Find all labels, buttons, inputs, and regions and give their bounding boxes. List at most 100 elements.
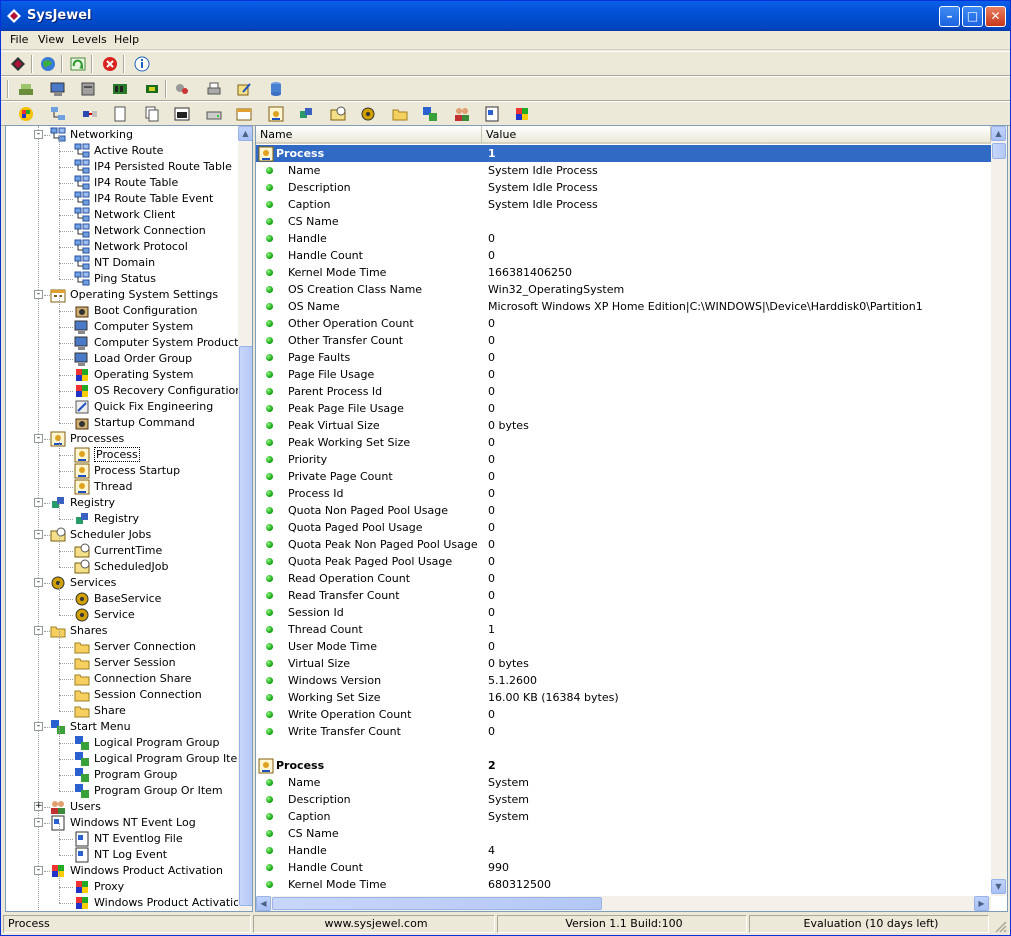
tree-item[interactable]: BaseService xyxy=(74,591,161,607)
tree-item[interactable]: Network Connection xyxy=(74,223,206,239)
tree-category[interactable]: Users xyxy=(50,799,101,815)
services-icon[interactable] xyxy=(359,105,377,123)
close-button[interactable]: ✕ xyxy=(985,6,1006,27)
list-scroll-up-button[interactable]: ▲ xyxy=(991,126,1006,141)
tree-item[interactable]: Windows Product Activation xyxy=(74,895,247,911)
tree-item[interactable]: Startup Command xyxy=(74,415,195,431)
tree-expander[interactable]: - xyxy=(34,530,43,539)
tree-expander[interactable]: + xyxy=(34,802,43,811)
property-row[interactable]: Handle Count 990 xyxy=(256,859,991,876)
tree-item[interactable]: Load Order Group xyxy=(74,351,192,367)
info-icon[interactable] xyxy=(133,55,151,73)
tree-item[interactable]: Ping Status xyxy=(74,271,156,287)
maximize-button[interactable]: □ xyxy=(962,6,983,27)
menu-view[interactable]: View xyxy=(38,33,64,46)
property-row[interactable]: Parent Process Id 0 xyxy=(256,383,991,400)
shares-icon[interactable] xyxy=(391,105,409,123)
users-icon[interactable] xyxy=(453,105,471,123)
property-row[interactable]: Quota Peak Paged Pool Usage 0 xyxy=(256,553,991,570)
property-row[interactable]: Peak Virtual Size 0 bytes xyxy=(256,417,991,434)
tree-item[interactable]: NT Log Event xyxy=(74,847,167,863)
property-row[interactable]: Name System xyxy=(256,774,991,791)
menu-help[interactable]: Help xyxy=(114,33,139,46)
tree-item[interactable]: Connection Share xyxy=(74,671,191,687)
title-bar[interactable]: SysJewel – □ ✕ xyxy=(1,1,1010,31)
property-row[interactable]: Handle Count 0 xyxy=(256,247,991,264)
tree-item[interactable]: Network Client xyxy=(74,207,175,223)
property-row[interactable]: Read Operation Count 0 xyxy=(256,570,991,587)
tree-category[interactable]: Scheduler Jobs xyxy=(50,527,151,543)
tree-scroll-thumb[interactable] xyxy=(239,346,252,906)
tree-item[interactable]: IP4 Route Table xyxy=(74,175,178,191)
tree-scroll-up-button[interactable]: ▲ xyxy=(238,126,252,141)
tree-expander[interactable]: - xyxy=(34,434,43,443)
property-row[interactable]: Page Faults 0 xyxy=(256,349,991,366)
list-scroll-down-button[interactable]: ▼ xyxy=(991,879,1006,894)
scheduler-icon[interactable] xyxy=(329,105,347,123)
tree-item[interactable]: NT Eventlog File xyxy=(74,831,183,847)
property-row[interactable]: Windows Version 5.1.2600 xyxy=(256,672,991,689)
tree-item[interactable]: Proxy xyxy=(74,879,124,895)
tree-item[interactable]: Boot Configuration xyxy=(74,303,197,319)
property-row[interactable]: Write Operation Count 0 xyxy=(256,706,991,723)
home-icon[interactable] xyxy=(9,55,27,73)
start-menu-icon[interactable] xyxy=(421,105,439,123)
chip-icon[interactable] xyxy=(143,80,161,98)
menu-levels[interactable]: Levels xyxy=(72,33,107,46)
property-row[interactable]: Name System Idle Process xyxy=(256,162,991,179)
category-tree[interactable]: - Networking Active Route IP4 Persisted Rou… xyxy=(5,125,253,912)
process-group-row[interactable]: Process 1 xyxy=(256,145,991,162)
event-log-icon[interactable] xyxy=(483,105,501,123)
tree-category[interactable]: Windows Product Activation xyxy=(50,863,223,879)
property-row[interactable]: Virtual Size 0 bytes xyxy=(256,655,991,672)
property-row[interactable]: Peak Page File Usage 0 xyxy=(256,400,991,417)
property-row[interactable]: OS Name Microsoft Windows XP Home Edition… xyxy=(256,298,991,315)
property-row[interactable]: Peak Working Set Size 0 xyxy=(256,434,991,451)
tree-item[interactable]: Process Startup xyxy=(74,463,180,479)
property-row[interactable]: OS Creation Class Name Win32_OperatingSys… xyxy=(256,281,991,298)
tree-item[interactable]: Logical Program Group xyxy=(74,735,219,751)
tree-item[interactable]: Service xyxy=(74,607,135,623)
tree-item[interactable]: Registry xyxy=(74,511,139,527)
property-row[interactable]: Read Transfer Count 0 xyxy=(256,587,991,604)
windows-logo-icon[interactable] xyxy=(17,105,35,123)
tree-expander[interactable]: - xyxy=(34,626,43,635)
tree-item[interactable]: Server Connection xyxy=(74,639,196,655)
tree-item[interactable]: Server Session xyxy=(74,655,176,671)
property-row[interactable]: Quota Non Paged Pool Usage 0 xyxy=(256,502,991,519)
list-horizontal-scrollbar[interactable]: ◀ ▶ xyxy=(256,896,991,911)
property-row[interactable]: Caption System xyxy=(256,808,991,825)
tree-item[interactable]: Computer System xyxy=(74,319,193,335)
globe-icon[interactable] xyxy=(39,55,57,73)
tree-item[interactable]: NT Domain xyxy=(74,255,155,271)
property-row[interactable]: Priority 0 xyxy=(256,451,991,468)
connection-icon[interactable] xyxy=(81,105,99,123)
storage-icon[interactable] xyxy=(79,80,97,98)
tree-category[interactable]: Operating System Settings xyxy=(50,287,218,303)
stop-icon[interactable] xyxy=(101,55,119,73)
property-row[interactable]: Private Page Count 0 xyxy=(256,468,991,485)
registry-icon[interactable] xyxy=(297,105,315,123)
tree-item[interactable]: IP4 Persisted Route Table xyxy=(74,159,232,175)
tree-item[interactable]: Program Group xyxy=(74,767,177,783)
property-row[interactable]: Other Operation Count 0 xyxy=(256,315,991,332)
tree-category[interactable]: Processes xyxy=(50,431,124,447)
list-hscroll-thumb[interactable] xyxy=(272,897,602,910)
property-row[interactable]: Session Id 0 xyxy=(256,604,991,621)
refresh-icon[interactable] xyxy=(69,55,87,73)
property-row[interactable]: CS Name xyxy=(256,825,991,842)
property-row[interactable]: Kernel Mode Time 680312500 xyxy=(256,876,991,893)
tree-item[interactable]: Quick Fix Engineering xyxy=(74,399,213,415)
list-scroll-thumb[interactable] xyxy=(992,143,1006,159)
column-header-value[interactable]: Value xyxy=(482,126,991,144)
property-row[interactable]: Working Set Size 16.00 KB (16384 bytes) xyxy=(256,689,991,706)
property-row[interactable]: Description System xyxy=(256,791,991,808)
tree-item[interactable]: IP4 Route Table Event xyxy=(74,191,213,207)
memory-icon[interactable] xyxy=(111,80,129,98)
property-row[interactable]: Other Transfer Count 0 xyxy=(256,332,991,349)
tree-expander[interactable]: - xyxy=(34,130,43,139)
hardware-icon[interactable] xyxy=(17,80,35,98)
process-icon[interactable] xyxy=(267,105,285,123)
properties-list[interactable]: Name Value Process 1 Name System Idle Proce… xyxy=(255,125,1008,912)
tree-item[interactable]: Session Connection xyxy=(74,687,202,703)
